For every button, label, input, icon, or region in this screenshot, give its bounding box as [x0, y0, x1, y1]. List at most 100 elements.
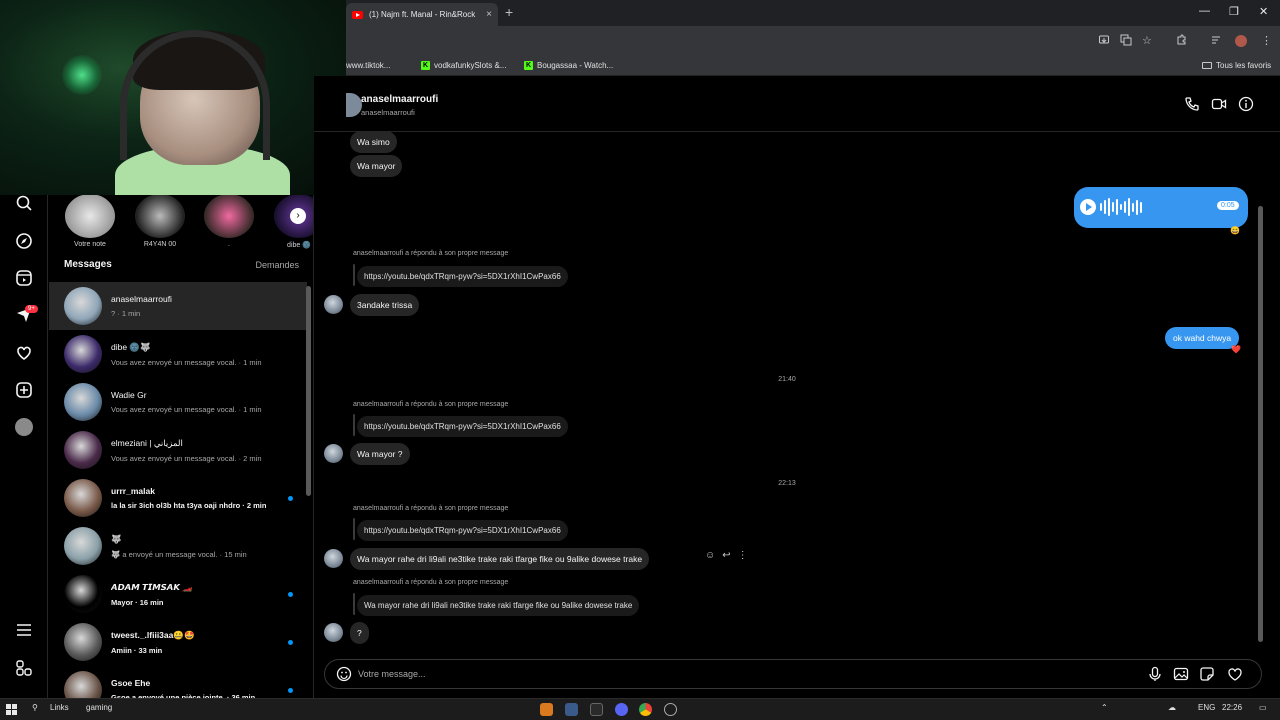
- note-item[interactable]: Votre note: [62, 194, 118, 248]
- profile-avatar[interactable]: [1235, 35, 1247, 47]
- play-icon[interactable]: [1080, 199, 1096, 215]
- menu-icon[interactable]: [15, 621, 33, 639]
- conversation-text: dibe 🌚🐺 Vous avez envoyé un message vocal…: [111, 342, 307, 367]
- conversation-item[interactable]: urrr_malak la la sir 3ich ol3b hta t3ya o…: [49, 474, 307, 522]
- message-bubble[interactable]: ?: [350, 622, 369, 644]
- terminal-icon[interactable]: [590, 703, 603, 716]
- notification-icon[interactable]: ▭: [1259, 703, 1267, 712]
- search-icon[interactable]: ⚲: [32, 703, 38, 712]
- taskbar-search-label[interactable]: Links: [50, 703, 69, 712]
- chevron-right-icon[interactable]: ›: [290, 208, 306, 224]
- install-app-icon[interactable]: [1098, 34, 1110, 46]
- sender-avatar[interactable]: [324, 295, 343, 314]
- translate-icon[interactable]: [1120, 34, 1132, 46]
- replied-message[interactable]: Wa mayor rahe dri li9ali ne3tike trake r…: [357, 595, 640, 616]
- sender-avatar[interactable]: [324, 549, 343, 568]
- create-icon[interactable]: [15, 381, 33, 399]
- conversation-item[interactable]: elmeziani | المزياني Vous avez envoyé un …: [49, 426, 307, 474]
- image-icon[interactable]: [1173, 666, 1189, 682]
- sender-avatar[interactable]: [324, 444, 343, 463]
- wifi-icon[interactable]: ☁: [1168, 703, 1176, 712]
- replied-message[interactable]: https://youtu.be/qdxTRqm-pyw?si=5DX1rXhI…: [357, 520, 568, 541]
- lamp-glow: [62, 55, 102, 95]
- reply-context: anaselmaarroufi a répondu à son propre m…: [353, 401, 509, 408]
- explore-icon[interactable]: [15, 232, 33, 250]
- message-input[interactable]: [358, 665, 1118, 683]
- inbox-scrollbar[interactable]: [306, 286, 311, 496]
- extensions-icon[interactable]: [1175, 34, 1187, 46]
- bookmark-item[interactable]: K Bougassaa - Watch...: [524, 61, 613, 70]
- info-icon[interactable]: [1238, 96, 1254, 112]
- chat-avatar[interactable]: [346, 93, 362, 117]
- conversation-name: 🐺: [111, 533, 122, 544]
- message-bubble[interactable]: 3andake trissa: [350, 294, 420, 316]
- windows-start-icon[interactable]: [6, 704, 17, 715]
- new-tab-button[interactable]: +: [505, 4, 513, 20]
- kick-icon: K: [421, 61, 430, 70]
- react-icon[interactable]: ☺: [705, 550, 715, 561]
- conversation-item[interactable]: Wadie Gr Vous avez envoyé un message voca…: [49, 378, 307, 426]
- conversation-item[interactable]: dibe 🌚🐺 Vous avez envoyé un message vocal…: [49, 330, 307, 378]
- sent-message-bubble[interactable]: ok wahd chwya: [1165, 327, 1240, 349]
- voice-message[interactable]: 0:05: [1074, 187, 1248, 228]
- message-bubble[interactable]: Wa mayor rahe dri li9ali ne3tike trake r…: [350, 548, 650, 570]
- taskbar-app-label[interactable]: gaming: [86, 703, 112, 712]
- all-bookmarks-item[interactable]: Tous les favoris: [1202, 61, 1271, 70]
- browser-menu-icon[interactable]: ⋮: [1261, 34, 1272, 47]
- conversation-preview: Vous avez envoyé un message vocal. · 1 m…: [111, 357, 262, 367]
- app-icon[interactable]: [565, 703, 578, 716]
- reaction-emoji[interactable]: 😄: [1230, 226, 1240, 235]
- sticker-icon[interactable]: [1199, 666, 1215, 682]
- maximize-button[interactable]: ❐: [1229, 5, 1239, 18]
- browser-tab[interactable]: (1) Najm ft. Manal - Rin&Rock ×: [346, 3, 498, 26]
- phone-call-icon[interactable]: [1184, 96, 1200, 112]
- clock[interactable]: 22:26: [1222, 703, 1242, 712]
- tab-close-button[interactable]: ×: [486, 9, 492, 20]
- close-window-button[interactable]: ✕: [1259, 5, 1268, 18]
- conversation-preview: 🐺 a envoyé un message vocal. · 15 min: [111, 549, 247, 559]
- search-icon[interactable]: [15, 194, 33, 212]
- message-bubble[interactable]: Wa mayor: [350, 155, 403, 177]
- emoji-icon[interactable]: [336, 666, 352, 682]
- bookmark-item[interactable]: www.tiktok...: [346, 61, 390, 70]
- app-icon[interactable]: [664, 703, 677, 716]
- note-item[interactable]: .: [201, 194, 257, 248]
- conversation-item[interactable]: anaselmaarroufi ? · 1 min: [49, 282, 307, 330]
- requests-link[interactable]: Demandes: [255, 260, 299, 270]
- reels-icon[interactable]: [15, 269, 33, 287]
- video-call-icon[interactable]: [1211, 96, 1227, 112]
- conversation-item[interactable]: 𝘼𝘿𝘼𝙈 𝙏𝙄𝙈𝙎𝘼𝙆 🏎️ Mayor · 16 min: [49, 570, 307, 618]
- chrome-icon[interactable]: [639, 703, 652, 716]
- conversation-item[interactable]: Gsoe Ehe Gsoe a envoyé une pièce jointe. …: [49, 666, 307, 698]
- reaction-emoji[interactable]: ❤️: [1231, 345, 1241, 354]
- app-icon[interactable]: [540, 703, 553, 716]
- bookmark-item[interactable]: K vodkafunkySlots &...: [421, 61, 506, 70]
- conversation-item[interactable]: 🐺 🐺 a envoyé un message vocal. · 15 min: [49, 522, 307, 570]
- reply-bar: [353, 518, 355, 540]
- heart-icon[interactable]: [15, 344, 33, 362]
- chat-scrollbar[interactable]: [1258, 206, 1263, 642]
- conversation-item[interactable]: tweest._.lfiii3aa🤐🤩 Amiin · 33 min: [49, 618, 307, 666]
- unread-dot: [288, 639, 293, 645]
- minimize-button[interactable]: —: [1199, 5, 1210, 17]
- discord-icon[interactable]: [615, 703, 628, 716]
- chevron-up-icon[interactable]: ⌃: [1101, 703, 1108, 712]
- replied-message[interactable]: https://youtu.be/qdxTRqm-pyw?si=5DX1rXhI…: [357, 266, 568, 287]
- like-heart-icon[interactable]: [1227, 666, 1243, 682]
- sender-avatar[interactable]: [324, 623, 343, 642]
- media-control-icon[interactable]: [1210, 34, 1222, 46]
- threads-icon[interactable]: [15, 659, 33, 677]
- reply-icon[interactable]: ↩: [722, 550, 730, 561]
- message-bubble[interactable]: Wa simo: [350, 131, 397, 153]
- language-indicator[interactable]: ENG: [1198, 703, 1215, 712]
- more-icon[interactable]: ⋮: [738, 550, 748, 561]
- profile-avatar[interactable]: [15, 418, 33, 436]
- note-item[interactable]: R4Y4N 00: [132, 194, 188, 248]
- message-bubble[interactable]: Wa mayor ?: [350, 443, 410, 465]
- timestamp: 21:40: [778, 376, 796, 383]
- chat-name[interactable]: anaselmaarroufi: [361, 94, 438, 105]
- replied-message[interactable]: https://youtu.be/qdxTRqm-pyw?si=5DX1rXhI…: [357, 416, 568, 437]
- reply-context: anaselmaarroufi a répondu à son propre m…: [353, 579, 509, 586]
- microphone-icon[interactable]: [1147, 666, 1163, 682]
- bookmark-star-icon[interactable]: ☆: [1142, 34, 1152, 47]
